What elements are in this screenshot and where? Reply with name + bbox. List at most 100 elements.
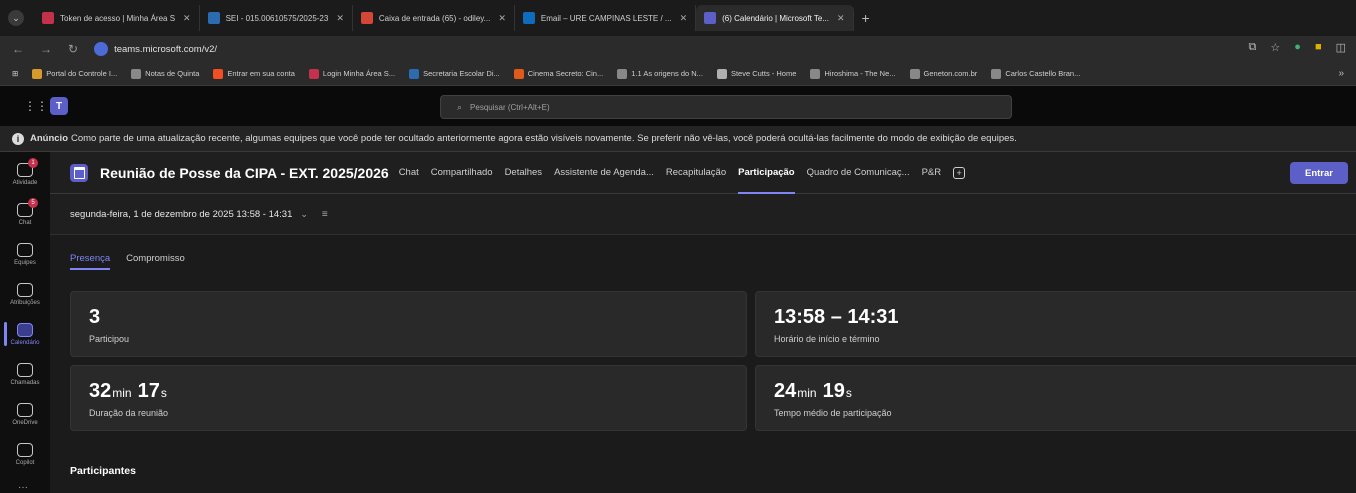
tab-communication-board[interactable]: Quadro de Comunicaç... bbox=[807, 152, 910, 194]
rail-item-teams[interactable]: Equipes bbox=[0, 234, 50, 274]
add-tab-icon[interactable]: + bbox=[953, 166, 966, 179]
chevron-down-icon[interactable]: ⌄ bbox=[300, 209, 308, 220]
forward-icon[interactable]: → bbox=[40, 42, 52, 56]
bookmark[interactable]: Secretaria Escolar Di... bbox=[409, 68, 500, 79]
tab-favicon bbox=[704, 12, 717, 24]
tab-label: (6) Calendário | Microsoft Te... bbox=[722, 13, 829, 23]
main-panel: Reunião de Posse da CIPA - EXT. 2025/202… bbox=[50, 152, 1356, 493]
search-icon: ⌕ bbox=[457, 101, 463, 112]
close-icon[interactable]: ✕ bbox=[336, 13, 344, 24]
browser-tab[interactable]: Caixa de entrada (65) - odiley... ✕ bbox=[353, 5, 515, 31]
browser-tab[interactable]: Token de acesso | Minha Área S ✕ bbox=[34, 5, 200, 31]
rail-item-onedrive[interactable]: OneDrive bbox=[0, 394, 50, 434]
tab-attendance[interactable]: Participação bbox=[738, 152, 795, 194]
extension-icon[interactable]: ● bbox=[1294, 41, 1301, 54]
tab-agenda-assistant[interactable]: Assistente de Agenda... bbox=[554, 152, 654, 194]
announcement-banner: i Anúncio Como parte de uma atualização … bbox=[0, 126, 1356, 152]
bookmark-favicon bbox=[409, 68, 420, 79]
teams-topbar: ⋮⋮⋮ T ⌕ Pesquisar (Ctrl+Alt+E) bbox=[0, 86, 1356, 126]
meeting-header: Reunião de Posse da CIPA - EXT. 2025/202… bbox=[50, 152, 1356, 194]
search-input[interactable]: ⌕ Pesquisar (Ctrl+Alt+E) bbox=[440, 95, 1012, 119]
more-bookmarks-icon[interactable]: » bbox=[1338, 68, 1344, 79]
install-app-icon[interactable]: ⧉ bbox=[1249, 41, 1257, 54]
more-apps-icon[interactable]: ··· bbox=[18, 482, 28, 493]
average-attendance: 24 min 19 s bbox=[774, 380, 852, 402]
bookmark[interactable]: Portal do Controle I... bbox=[32, 68, 117, 79]
rail-item-calendar[interactable]: Calendário bbox=[0, 314, 50, 354]
globe-icon bbox=[909, 68, 920, 79]
tab-chat[interactable]: Chat bbox=[399, 152, 419, 194]
close-icon[interactable]: ✕ bbox=[498, 13, 506, 24]
time-range-card: 13:58 – 14:31 Horário de início e términ… bbox=[755, 291, 1356, 357]
tab-recap[interactable]: Recapitulação bbox=[666, 152, 726, 194]
phone-icon bbox=[17, 362, 33, 377]
tab-label: Email – URE CAMPINAS LESTE / ... bbox=[540, 13, 672, 23]
bookmark[interactable]: Login Minha Área S... bbox=[308, 68, 395, 79]
browser-tab[interactable]: Email – URE CAMPINAS LESTE / ... ✕ bbox=[515, 5, 697, 31]
bookmark-favicon bbox=[513, 68, 524, 79]
duration-label: Duração da reunião bbox=[89, 408, 169, 418]
tab-details[interactable]: Detalhes bbox=[505, 152, 543, 194]
meeting-date-selector[interactable]: segunda-feira, 1 de dezembro de 2025 13:… bbox=[70, 194, 328, 234]
browser-actions: ⧉ ☆ ● ■ ◫ bbox=[1249, 41, 1346, 54]
rail-item-calls[interactable]: Chamadas bbox=[0, 354, 50, 394]
tab-favicon bbox=[42, 12, 54, 24]
browser-tab-active[interactable]: (6) Calendário | Microsoft Te... ✕ bbox=[696, 5, 854, 31]
reload-icon[interactable]: ↻ bbox=[68, 42, 78, 56]
meeting-title: Reunião de Posse da CIPA - EXT. 2025/202… bbox=[100, 164, 389, 181]
meeting-date: segunda-feira, 1 de dezembro de 2025 13:… bbox=[70, 208, 293, 220]
apps-icon[interactable]: ⊞ bbox=[12, 69, 18, 78]
bookmark[interactable]: Entrar em sua conta bbox=[213, 68, 295, 79]
bookmark[interactable]: Notas de Quinta bbox=[131, 68, 199, 79]
bookmark[interactable]: 1.1 As origens do N... bbox=[617, 68, 703, 79]
rail-item-assignments[interactable]: Atribuições bbox=[0, 274, 50, 314]
rail-item-copilot[interactable]: Copilot bbox=[0, 434, 50, 474]
site-info-icon[interactable] bbox=[94, 42, 109, 56]
browser-tab[interactable]: SEI - 015.00610575/2025-23 ✕ bbox=[200, 5, 353, 31]
bookmark-favicon bbox=[716, 68, 727, 79]
bookmark-star-icon[interactable]: ☆ bbox=[1270, 41, 1280, 54]
close-icon[interactable]: ✕ bbox=[183, 13, 191, 24]
bookmark[interactable]: Steve Cutts - Home bbox=[716, 68, 796, 79]
tab-shared[interactable]: Compartilhado bbox=[431, 152, 493, 194]
new-tab-icon[interactable]: + bbox=[862, 10, 870, 26]
attendance-content: Presença Compromisso 3 Participou 13:58 … bbox=[50, 234, 1356, 493]
meeting-duration: 32 min 17 s bbox=[89, 380, 167, 402]
time-range-label: Horário de início e término bbox=[774, 334, 880, 344]
extension-icon[interactable]: ■ bbox=[1315, 41, 1322, 54]
url-text: teams.microsoft.com/v2/ bbox=[114, 43, 218, 55]
tab-engagement[interactable]: Compromisso bbox=[126, 253, 185, 270]
rail-item-chat[interactable]: 5 Chat bbox=[0, 194, 50, 234]
tab-label: Caixa de entrada (65) - odiley... bbox=[378, 13, 491, 23]
bookmark[interactable]: Cinema Secreto: Cin... bbox=[513, 68, 603, 79]
tab-label: Token de acesso | Minha Área S bbox=[60, 13, 176, 23]
duration-card: 32 min 17 s Duração da reunião bbox=[70, 365, 747, 431]
rail-item-activity[interactable]: 1 Atividade bbox=[0, 154, 50, 194]
bookmark[interactable]: Carlos Castello Bran... bbox=[991, 68, 1080, 79]
extensions-puzzle-icon[interactable]: ◫ bbox=[1336, 41, 1346, 54]
globe-icon bbox=[131, 68, 142, 79]
banner-text: Como parte de uma atualização recente, a… bbox=[71, 133, 1017, 144]
join-button[interactable]: Entrar bbox=[1290, 162, 1348, 184]
address-bar: ← → ↻ teams.microsoft.com/v2/ ⧉ ☆ ● ■ ◫ bbox=[0, 36, 1356, 62]
tab-qa[interactable]: P&R bbox=[922, 152, 942, 194]
tab-search-icon[interactable]: ⌄ bbox=[8, 10, 24, 26]
bookmark-favicon bbox=[308, 68, 319, 79]
back-icon[interactable]: ← bbox=[12, 42, 24, 56]
notification-badge: 5 bbox=[28, 197, 38, 208]
time-range: 13:58 – 14:31 bbox=[774, 306, 899, 328]
close-icon[interactable]: ✕ bbox=[837, 13, 845, 24]
bookmark[interactable]: Hiroshima - The Ne... bbox=[810, 68, 896, 79]
browser-tabstrip: ⌄ Token de acesso | Minha Área S ✕ SEI -… bbox=[0, 0, 1356, 36]
participants-count: 3 bbox=[89, 306, 101, 328]
close-icon[interactable]: ✕ bbox=[680, 13, 688, 24]
bookmark[interactable]: Geneton.com.br bbox=[909, 68, 977, 79]
tab-presence[interactable]: Presença bbox=[70, 253, 111, 270]
copilot-icon bbox=[17, 442, 33, 457]
tab-favicon bbox=[360, 12, 373, 24]
banner-label: Anúncio bbox=[30, 133, 68, 144]
bookmarks-bar: ⊞ Portal do Controle I... Notas de Quint… bbox=[0, 62, 1356, 86]
filter-icon[interactable]: ≡ bbox=[322, 209, 328, 220]
average-attendance-card: 24 min 19 s Tempo médio de participação bbox=[755, 365, 1356, 431]
url-field[interactable]: teams.microsoft.com/v2/ bbox=[94, 42, 217, 56]
